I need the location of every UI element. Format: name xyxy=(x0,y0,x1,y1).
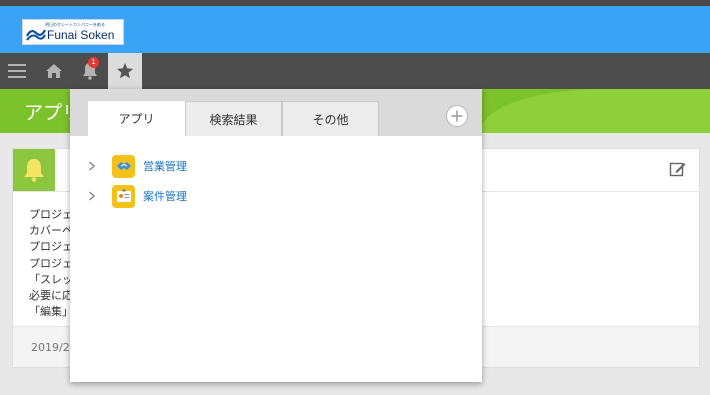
home-button[interactable] xyxy=(37,53,71,89)
home-icon xyxy=(46,64,62,78)
card-date: 2019/2 xyxy=(31,341,70,354)
app-header: 明日のグレートカンパニーを創る Funai Soken xyxy=(0,6,710,53)
global-navbar xyxy=(0,53,710,89)
company-logo[interactable]: 明日のグレートカンパニーを創る Funai Soken xyxy=(22,19,124,45)
favorites-popup: アプリ 検索結果 その他 営業管理 案件管理 xyxy=(70,89,482,382)
bell-icon xyxy=(24,159,44,182)
tab-search-results[interactable]: 検索結果 xyxy=(185,101,282,136)
handshake-icon xyxy=(112,154,135,178)
chevron-right-icon[interactable] xyxy=(88,161,110,171)
notification-badge: 1 xyxy=(88,57,99,68)
id-card-icon xyxy=(112,184,135,208)
menu-button[interactable] xyxy=(0,53,34,89)
popup-tab-bar: アプリ 検索結果 その他 xyxy=(70,89,482,136)
card-bell-badge xyxy=(13,149,55,191)
card-line: 「編集」 xyxy=(29,305,73,319)
chevron-right-icon[interactable] xyxy=(88,191,110,201)
app-item-projects[interactable]: 案件管理 xyxy=(88,184,468,208)
tab-other[interactable]: その他 xyxy=(282,101,379,136)
edit-button[interactable] xyxy=(669,160,687,182)
edit-icon xyxy=(669,162,686,177)
wave-logo-icon xyxy=(26,29,46,41)
favorites-button[interactable] xyxy=(108,53,142,89)
star-icon xyxy=(117,63,133,79)
card-body: プロジェ カバーペ プロジェ プロジェ 「スレッ 必要に応 「編集」 xyxy=(29,207,73,320)
menu-icon xyxy=(8,64,26,78)
card-line: プロジェ xyxy=(29,208,73,221)
app-item-sales[interactable]: 営業管理 xyxy=(88,154,468,178)
tab-apps[interactable]: アプリ xyxy=(88,101,185,136)
card-line: プロジェ xyxy=(29,256,73,270)
app-item-label[interactable]: 営業管理 xyxy=(143,158,187,174)
app-item-label[interactable]: 案件管理 xyxy=(143,188,187,204)
logo-text: Funai Soken xyxy=(47,28,115,42)
card-line: カバーペ xyxy=(29,224,73,238)
banner-decoration xyxy=(480,89,710,133)
card-line: プロジェ xyxy=(29,240,73,254)
add-tab-button[interactable] xyxy=(446,105,468,127)
card-line: 必要に応 xyxy=(29,289,73,303)
plus-icon xyxy=(451,110,463,122)
card-line: 「スレッ xyxy=(29,272,73,286)
